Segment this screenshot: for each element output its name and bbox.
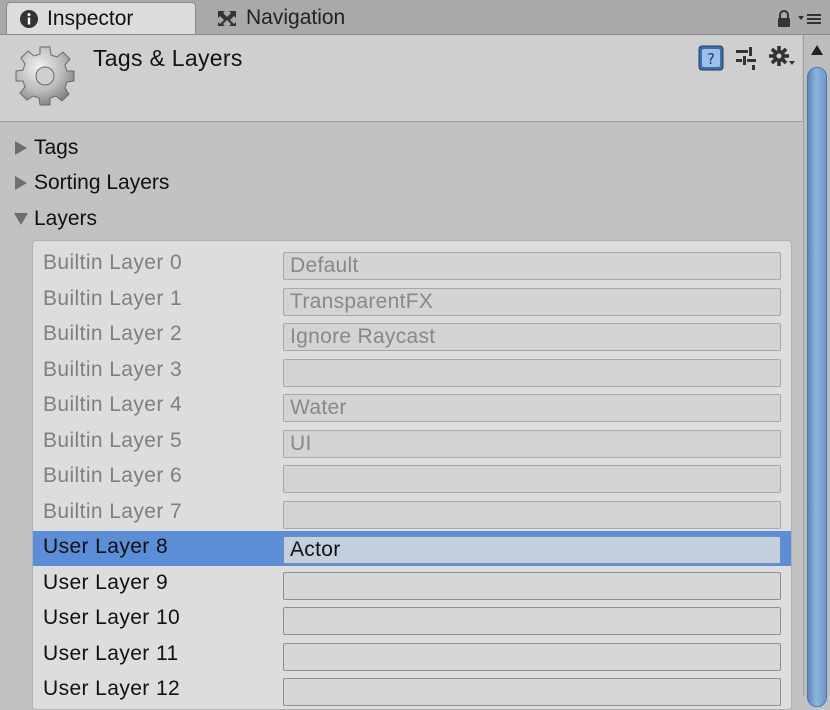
layer-name-field[interactable]: [283, 643, 781, 671]
layer-label: Builtin Layer 6: [43, 464, 183, 487]
tab-inspector[interactable]: Inspector: [6, 2, 196, 34]
layer-label: User Layer 11: [43, 642, 179, 665]
svg-text:?: ?: [707, 50, 715, 68]
layer-label: Builtin Layer 7: [43, 500, 183, 523]
triangle-right-icon: [10, 140, 32, 156]
layer-name-field[interactable]: Actor: [283, 536, 781, 564]
foldout-tags[interactable]: Tags: [10, 133, 78, 163]
info-icon: [19, 9, 39, 29]
layer-row: Builtin Layer 6: [33, 460, 791, 495]
tab-bar: Inspector Navigation: [0, 0, 830, 35]
tab-label: Navigation: [246, 6, 346, 29]
layer-row: Builtin Layer 7: [33, 496, 791, 531]
navigation-icon: [216, 8, 238, 28]
layer-row[interactable]: User Layer 9: [33, 567, 791, 602]
layer-row: Builtin Layer 3: [33, 354, 791, 389]
layer-label: Builtin Layer 2: [43, 322, 183, 345]
layer-name-field: [283, 359, 781, 387]
tab-menu-icon[interactable]: [798, 12, 822, 31]
scroll-thumb[interactable]: [807, 67, 827, 707]
layer-label: User Layer 9: [43, 571, 169, 594]
layer-row[interactable]: User Layer 11: [33, 638, 791, 673]
scroll-up-arrow-icon[interactable]: [810, 43, 824, 61]
foldout-layers[interactable]: Layers: [10, 204, 97, 234]
layer-label: User Layer 10: [43, 606, 181, 629]
layers-list: Builtin Layer 0 Default Builtin Layer 1 …: [32, 240, 792, 710]
triangle-down-icon: [10, 212, 32, 226]
gear-icon: [14, 45, 76, 112]
layer-row-selected[interactable]: User Layer 8 Actor: [33, 531, 791, 566]
layer-name-field[interactable]: [283, 678, 781, 706]
layer-label: Builtin Layer 3: [43, 358, 183, 381]
layer-label: Builtin Layer 1: [43, 287, 183, 310]
layer-name-field: [283, 501, 781, 529]
layer-name-field: Water: [283, 394, 781, 422]
layer-row[interactable]: User Layer 12: [33, 673, 791, 708]
help-icon[interactable]: ?: [698, 45, 724, 76]
layer-row: Builtin Layer 5 UI: [33, 425, 791, 460]
layer-name-field: TransparentFX: [283, 288, 781, 316]
layer-name-field: Ignore Raycast: [283, 323, 781, 351]
layer-name-field: Default: [283, 252, 781, 280]
layer-row: Builtin Layer 4 Water: [33, 389, 791, 424]
header-tools: ?: [698, 45, 796, 76]
vertical-scrollbar[interactable]: [803, 35, 830, 707]
layer-name-field: [283, 465, 781, 493]
tab-controls: [776, 10, 822, 33]
layer-row: Builtin Layer 0 Default: [33, 247, 791, 282]
tab-navigation[interactable]: Navigation: [210, 2, 390, 34]
layer-row[interactable]: User Layer 10: [33, 602, 791, 637]
layer-name-field: UI: [283, 430, 781, 458]
foldout-sorting-layers[interactable]: Sorting Layers: [10, 168, 169, 198]
header-title: Tags & Layers: [93, 45, 243, 71]
lock-icon[interactable]: [776, 10, 792, 33]
tab-label: Inspector: [47, 6, 134, 30]
settings-gear-icon[interactable]: [768, 45, 796, 76]
layer-label: User Layer 12: [43, 677, 181, 700]
layer-label: Builtin Layer 5: [43, 429, 183, 452]
layer-name-field[interactable]: [283, 607, 781, 635]
layer-label: User Layer 8: [43, 535, 169, 558]
preset-icon[interactable]: [734, 45, 758, 76]
layer-name-field[interactable]: [283, 572, 781, 600]
layer-label: Builtin Layer 4: [43, 393, 183, 416]
triangle-right-icon: [10, 175, 32, 191]
inspector-header: Tags & Layers ?: [0, 35, 802, 122]
foldout-label: Tags: [34, 136, 79, 159]
foldout-label: Sorting Layers: [34, 171, 170, 194]
layer-label: Builtin Layer 0: [43, 251, 183, 274]
layer-row: Builtin Layer 1 TransparentFX: [33, 283, 791, 318]
foldout-label: Layers: [34, 207, 98, 230]
layer-row: Builtin Layer 2 Ignore Raycast: [33, 318, 791, 353]
